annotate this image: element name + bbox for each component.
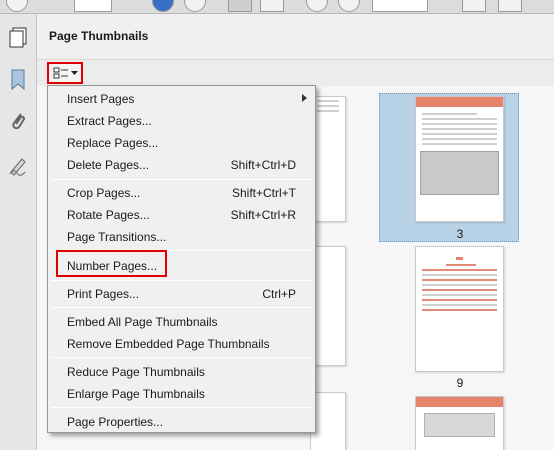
menu-item-enlarge-thumbnails[interactable]: Enlarge Page Thumbnails [48, 383, 315, 405]
menu-item-rotate-pages[interactable]: Rotate Pages... Shift+Ctrl+R [48, 204, 315, 226]
menu-item-shortcut: Ctrl+P [262, 287, 296, 301]
attachments-icon[interactable] [6, 110, 30, 134]
menu-item-label: Extract Pages... [67, 114, 152, 128]
panel-title: Page Thumbnails [49, 29, 149, 43]
menu-item-page-transitions[interactable]: Page Transitions... [48, 226, 315, 248]
options-menu: Insert Pages Extract Pages... Replace Pa… [47, 85, 316, 433]
thumbnail-page-9[interactable] [415, 246, 504, 372]
menu-item-label: Page Transitions... [67, 230, 167, 244]
chevron-down-icon [70, 70, 78, 75]
menu-item-page-properties[interactable]: Page Properties... [48, 411, 315, 433]
menu-item-label: Replace Pages... [67, 136, 159, 150]
print-icon[interactable] [6, 0, 28, 12]
navigation-pane-rail [0, 14, 37, 450]
menu-item-replace-pages[interactable]: Replace Pages... [48, 132, 315, 154]
menu-item-label: Insert Pages [67, 92, 135, 106]
menu-item-label: Crop Pages... [67, 186, 141, 200]
number-pages-highlight [56, 250, 167, 277]
fit-page-icon[interactable] [462, 0, 486, 12]
previous-page-icon[interactable] [152, 0, 174, 12]
menu-item-remove-embedded-thumbnails[interactable]: Remove Embedded Page Thumbnails [48, 333, 315, 355]
fit-width-icon[interactable] [498, 0, 522, 12]
menu-item-delete-pages[interactable]: Delete Pages... Shift+Ctrl+D [48, 154, 315, 176]
menu-item-shortcut: Shift+Ctrl+D [230, 158, 296, 172]
page-number-label: 3 [456, 227, 464, 241]
page-number-field[interactable] [74, 0, 112, 12]
menu-item-label: Reduce Page Thumbnails [67, 365, 205, 379]
thumbnail-page-3[interactable] [415, 96, 504, 222]
menu-separator [51, 357, 312, 358]
zoom-in-icon[interactable] [338, 0, 360, 12]
zoom-out-icon[interactable] [306, 0, 328, 12]
menu-item-label: Delete Pages... [67, 158, 150, 172]
next-page-icon[interactable] [184, 0, 206, 12]
signatures-icon[interactable] [6, 154, 30, 178]
menu-item-insert-pages[interactable]: Insert Pages [48, 88, 315, 110]
hand-tool-icon[interactable] [260, 0, 284, 12]
menu-item-crop-pages[interactable]: Crop Pages... Shift+Ctrl+T [48, 182, 315, 204]
page-thumbnails-icon[interactable] [6, 26, 30, 50]
menu-separator [51, 280, 312, 281]
page-number-label: 9 [456, 376, 464, 390]
menu-item-label: Page Properties... [67, 415, 164, 429]
menu-item-shortcut: Shift+Ctrl+T [231, 186, 296, 200]
menu-item-shortcut: Shift+Ctrl+R [230, 208, 296, 222]
menu-separator [51, 307, 312, 308]
menu-item-label: Enlarge Page Thumbnails [67, 387, 205, 401]
main-toolbar [0, 0, 554, 14]
menu-item-print-pages[interactable]: Print Pages... Ctrl+P [48, 283, 315, 305]
menu-item-reduce-thumbnails[interactable]: Reduce Page Thumbnails [48, 361, 315, 383]
menu-separator [51, 407, 312, 408]
options-list-icon [53, 67, 68, 79]
submenu-arrow-icon [302, 94, 307, 102]
panel-toolbar [37, 60, 554, 86]
menu-item-label: Embed All Page Thumbnails [67, 315, 218, 329]
panel-header: Page Thumbnails [37, 14, 554, 60]
menu-item-label: Remove Embedded Page Thumbnails [67, 337, 270, 351]
menu-item-label: Rotate Pages... [67, 208, 150, 222]
menu-separator [51, 179, 312, 180]
select-tool-icon[interactable] [228, 0, 252, 12]
menu-item-label: Print Pages... [67, 287, 140, 301]
menu-item-embed-all-thumbnails[interactable]: Embed All Page Thumbnails [48, 311, 315, 333]
thumbnail-page-15[interactable] [415, 396, 504, 450]
bookmarks-icon[interactable] [6, 68, 30, 92]
menu-item-extract-pages[interactable]: Extract Pages... [48, 110, 315, 132]
options-button[interactable] [47, 62, 83, 84]
zoom-field[interactable] [372, 0, 428, 12]
